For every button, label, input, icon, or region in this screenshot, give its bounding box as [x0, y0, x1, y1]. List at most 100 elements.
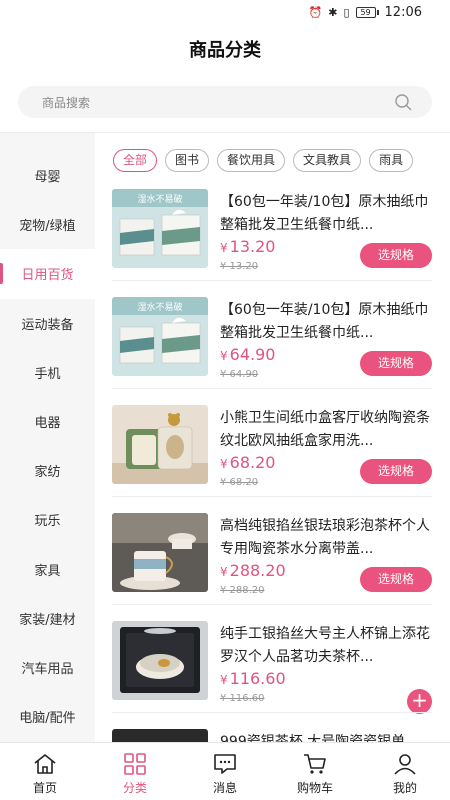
- vibrate-icon: ▯: [343, 5, 350, 19]
- list-divider: [112, 280, 432, 281]
- status-icons: ⏰ ✱ ▯ 59 12:06: [309, 5, 422, 20]
- sidebar-item-label: 玩乐: [34, 514, 61, 530]
- alarm-icon: ⏰: [308, 5, 323, 19]
- product-price: ¥13.20: [220, 237, 275, 256]
- sidebar-item-label: 家装/建材: [19, 612, 76, 628]
- sidebar-item-label: 运动装备: [21, 317, 74, 333]
- tab-profile[interactable]: 我的: [360, 743, 450, 800]
- sidebar-item-label: 电器: [34, 416, 61, 432]
- list-divider: [112, 712, 432, 713]
- bluetooth-icon: ✱: [328, 5, 338, 19]
- select-spec-button[interactable]: 选规格: [360, 567, 432, 592]
- header: 商品分类: [0, 26, 450, 72]
- search-input[interactable]: 商品搜索: [18, 86, 432, 118]
- sidebar-item-textiles[interactable]: 家纺: [0, 446, 95, 495]
- tab-home[interactable]: 首页: [0, 743, 90, 800]
- price-value: 68.20: [229, 453, 276, 472]
- sidebar-item-label: 电脑/配件: [19, 711, 76, 727]
- profile-icon: [394, 754, 416, 775]
- list-divider: [112, 496, 432, 497]
- product-title[interactable]: 999瓷银茶杯 大号陶瓷瓷银单: [220, 731, 432, 742]
- price-value: 64.90: [229, 345, 276, 364]
- sidebar-item-pets[interactable]: 宠物/绿植: [0, 200, 95, 249]
- product-title[interactable]: 高档纯银掐丝银珐琅彩泡茶杯个人专用陶瓷茶水分离带盖...: [220, 515, 432, 561]
- category-sidebar: 母婴 宠物/绿植 日用百货 运动装备 手机 电器 家纺 玩乐 家具 家装/建材 …: [0, 133, 95, 742]
- chip-stationery[interactable]: 文具教具: [293, 149, 362, 172]
- product-card[interactable]: 999瓷银茶杯 大号陶瓷瓷银单: [112, 729, 432, 742]
- cart-icon: [304, 754, 326, 774]
- select-spec-button[interactable]: 选规格: [360, 351, 432, 376]
- sidebar-item-label: 日用百货: [21, 268, 74, 284]
- list-divider: [112, 604, 432, 605]
- price-value: 13.20: [229, 237, 276, 256]
- sidebar-item-appliances[interactable]: 电器: [0, 397, 95, 446]
- original-price: ¥ 288.20: [220, 585, 265, 596]
- product-price: ¥64.90: [220, 345, 275, 364]
- chip-tableware[interactable]: 餐饮用具: [217, 149, 286, 172]
- message-icon: [214, 754, 236, 774]
- plus-icon[interactable]: +: [407, 689, 432, 714]
- status-time: 12:06: [384, 5, 422, 20]
- product-price: ¥288.20: [220, 561, 286, 580]
- sidebar-item-daily-goods[interactable]: 日用百货: [0, 249, 95, 299]
- tab-messages[interactable]: 消息: [180, 743, 270, 800]
- currency-symbol: ¥: [220, 673, 228, 687]
- bottom-tab-bar: 首页 分类 消息 购物车 我的: [0, 742, 450, 800]
- tab-label: 首页: [32, 781, 57, 795]
- chip-books[interactable]: 图书: [165, 149, 210, 172]
- image-text: 湿水不易破: [137, 193, 182, 205]
- list-divider: [112, 388, 432, 389]
- tab-category[interactable]: 分类: [90, 743, 180, 800]
- home-icon: [34, 754, 56, 774]
- sidebar-item-computers[interactable]: 电脑/配件: [0, 692, 95, 741]
- product-title[interactable]: 纯手工银掐丝大号主人杯锦上添花罗汉个人品茗功夫茶杯...: [220, 623, 432, 669]
- subcategory-chips: 全部 图书 餐饮用具 文具教具 雨具: [113, 149, 450, 173]
- sidebar-item-phones[interactable]: 手机: [0, 348, 95, 397]
- original-price: ¥ 116.60: [220, 693, 265, 704]
- chip-rain-gear[interactable]: 雨具: [369, 149, 414, 172]
- original-price: ¥ 68.20: [220, 477, 259, 488]
- chip-all[interactable]: 全部: [113, 149, 158, 172]
- sidebar-item-baby[interactable]: 母婴: [0, 151, 95, 200]
- screen: ⏰ ✱ ▯ 59 12:06 商品分类 商品搜索 母婴 宠物/绿植 日用百货 运…: [0, 0, 450, 800]
- tea-cup-image[interactable]: [112, 729, 208, 742]
- sidebar-item-auto[interactable]: 汽车用品: [0, 643, 95, 692]
- price-value: 116.60: [229, 669, 286, 688]
- tab-cart[interactable]: 购物车: [270, 743, 360, 800]
- sidebar-item-label: 宠物/绿植: [19, 219, 76, 235]
- search-icon[interactable]: [394, 93, 412, 111]
- select-spec-button[interactable]: 选规格: [360, 243, 432, 268]
- currency-symbol: ¥: [220, 565, 228, 579]
- tissue-box-image[interactable]: 湿水不易破: [112, 297, 208, 376]
- price-value: 288.20: [229, 561, 286, 580]
- sidebar-item-label: 母婴: [34, 170, 61, 186]
- tissue-box-image[interactable]: 湿水不易破: [112, 189, 208, 268]
- product-title[interactable]: 【60包一年装/10包】原木抽纸巾整箱批发卫生纸餐巾纸...: [220, 191, 432, 237]
- original-price: ¥ 13.20: [220, 261, 259, 272]
- original-price: ¥ 64.90: [220, 369, 259, 380]
- product-title[interactable]: 【60包一年装/10包】原木抽纸巾整箱批发卫生纸餐巾纸...: [220, 299, 432, 345]
- image-text: 湿水不易破: [137, 301, 182, 313]
- select-spec-button[interactable]: 选规格: [360, 459, 432, 484]
- tab-label: 分类: [122, 781, 147, 795]
- sidebar-item-sports[interactable]: 运动装备: [0, 299, 95, 348]
- tab-label: 购物车: [296, 781, 333, 795]
- ceramic-tissue-holder-image[interactable]: [112, 405, 208, 484]
- sidebar-item-home-improvement[interactable]: 家装/建材: [0, 594, 95, 643]
- sidebar-item-label: 家纺: [34, 465, 61, 481]
- search-placeholder: 商品搜索: [42, 96, 91, 110]
- category-icon: [124, 753, 146, 775]
- gift-box-cup-image[interactable]: [112, 621, 208, 700]
- battery-icon: 59: [355, 7, 379, 18]
- tab-label: 我的: [392, 781, 417, 795]
- currency-symbol: ¥: [220, 457, 228, 471]
- sidebar-item-toys[interactable]: 玩乐: [0, 495, 95, 544]
- page-title: 商品分类: [189, 40, 261, 61]
- product-title[interactable]: 小熊卫生间纸巾盒客厅收纳陶瓷条纹北欧风抽纸盒家用洗...: [220, 407, 432, 453]
- currency-symbol: ¥: [220, 349, 228, 363]
- currency-symbol: ¥: [220, 241, 228, 255]
- sidebar-item-label: 手机: [34, 366, 61, 382]
- sidebar-item-furniture[interactable]: 家具: [0, 545, 95, 594]
- tea-cup-image[interactable]: [112, 513, 208, 592]
- sidebar-item-label: 汽车用品: [21, 661, 74, 677]
